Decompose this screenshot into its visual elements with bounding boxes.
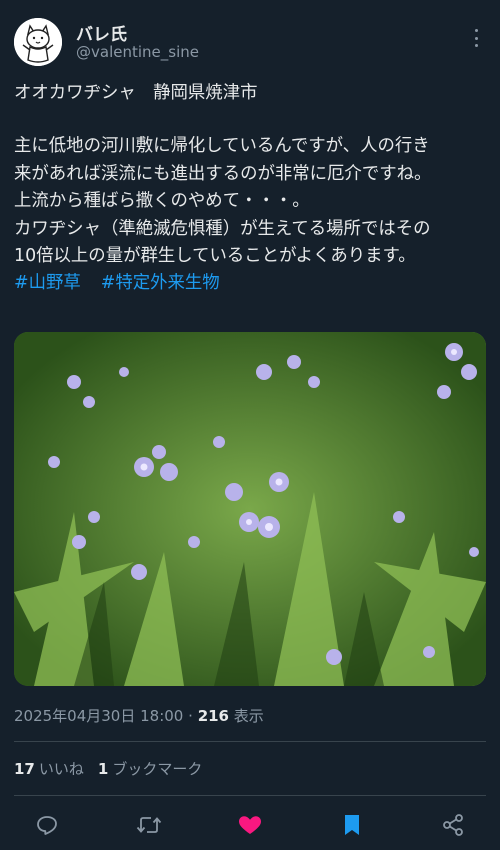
action-bar <box>14 808 486 842</box>
post-text: オオカワヂシャ 静岡県焼津市 主に低地の河川敷に帰化しているんですが、人の行き … <box>14 80 490 298</box>
flowers-photo-image <box>14 332 486 686</box>
views-count: 216 <box>197 707 229 725</box>
share-icon <box>443 814 463 836</box>
post-photo[interactable] <box>14 332 486 686</box>
post-text-line: 来があれば渓流にも進出するのが非常に厄介ですね。 <box>14 163 432 184</box>
post-text-line: オオカワヂシャ 静岡県焼津市 <box>14 83 258 103</box>
hashtags-line: #山野草 #特定外来生物 <box>14 270 490 297</box>
post-meta: 2025年04月30日 18:00 · 216 表示 <box>14 705 264 726</box>
post-text-line: カワヂシャ（準絶滅危惧種）が生えてる場所ではその <box>14 218 431 239</box>
meta-separator: · <box>188 707 193 725</box>
avatar[interactable] <box>14 18 62 66</box>
bookmark-button[interactable] <box>339 812 365 838</box>
retweet-icon <box>136 817 161 833</box>
bookmarks-count: 1 <box>97 760 109 778</box>
likes-stat[interactable]: 17 いいね <box>14 760 84 778</box>
likes-label: いいね <box>38 760 84 778</box>
likes-count: 17 <box>14 760 35 778</box>
reply-icon <box>37 816 57 835</box>
post-header: バレ氏 @valentine_sine <box>14 18 486 68</box>
retweet-button[interactable] <box>136 812 162 838</box>
author-handle[interactable]: @valentine_sine <box>76 43 199 61</box>
bookmark-icon <box>344 815 359 835</box>
post-stats: 17 いいね 1 ブックマーク <box>14 758 202 779</box>
divider <box>14 741 486 742</box>
divider <box>14 795 486 796</box>
post-text-line: 10倍以上の量が群生していることがよくあります。 <box>14 245 416 266</box>
like-icon <box>239 816 261 834</box>
reply-button[interactable] <box>34 812 60 838</box>
post-timestamp[interactable]: 2025年04月30日 18:00 <box>14 707 183 725</box>
hashtag-link[interactable]: #山野草 <box>14 273 81 293</box>
views-label: 表示 <box>233 707 264 725</box>
more-vert-icon[interactable] <box>468 26 484 50</box>
like-button[interactable] <box>237 812 263 838</box>
author-name[interactable]: バレ氏 <box>76 20 127 45</box>
post-text-line: 主に低地の河川敷に帰化しているんですが、人の行き <box>14 136 430 157</box>
hashtag-link[interactable]: #特定外来生物 <box>101 273 220 293</box>
bookmarks-label: ブックマーク <box>112 760 203 778</box>
post-text-line: 上流から種ばら撒くのやめて・・・。 <box>14 191 310 212</box>
share-button[interactable] <box>440 812 466 838</box>
bookmarks-stat[interactable]: 1 ブックマーク <box>98 760 202 778</box>
cat-avatar-icon <box>14 18 62 66</box>
